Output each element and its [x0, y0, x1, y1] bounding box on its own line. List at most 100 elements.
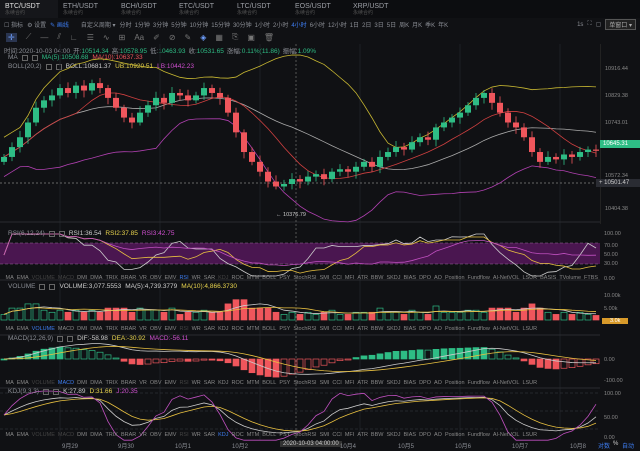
indicator-tab[interactable]: DMI: [76, 326, 89, 332]
indicator-tab[interactable]: Fundflow: [466, 432, 491, 438]
indicator-tab[interactable]: Fundflow: [466, 275, 491, 281]
indicator-tab[interactable]: PSY: [278, 380, 292, 386]
indicator-tab[interactable]: EMV: [163, 326, 178, 332]
indicator-tab[interactable]: SMI: [318, 380, 331, 386]
indicator-tab[interactable]: TRIX: [104, 432, 120, 438]
indicator-tab[interactable]: VOLUME: [30, 432, 56, 438]
close-icon[interactable]: [67, 335, 74, 342]
indicator-tab[interactable]: DPO: [418, 380, 433, 386]
close-icon[interactable]: [53, 388, 60, 395]
indicator-tab[interactable]: RSI: [178, 326, 190, 332]
indicator-tab[interactable]: MTM: [245, 380, 261, 386]
indicator-tab[interactable]: BOLL: [261, 275, 278, 281]
indicator-tab[interactable]: ATR: [356, 380, 370, 386]
indicator-tab[interactable]: DMA: [89, 326, 104, 332]
indicator-tab[interactable]: AI-NetVOL: [491, 380, 521, 386]
indicator-tab[interactable]: WR: [190, 326, 202, 332]
indicator-tab[interactable]: ROC: [230, 432, 245, 438]
indicator-tab[interactable]: EMV: [163, 380, 178, 386]
percent-scale-toggle[interactable]: %: [613, 441, 618, 447]
indicator-tab[interactable]: AO: [432, 380, 443, 386]
indicator-tab[interactable]: CCI: [331, 380, 343, 386]
indicator-tab[interactable]: AO: [432, 432, 443, 438]
indicator-tab[interactable]: BRAR: [119, 432, 137, 438]
indicator-tab[interactable]: WR: [190, 275, 202, 281]
indicator-tab[interactable]: ROC: [230, 275, 245, 281]
settings-icon[interactable]: [48, 230, 55, 237]
indicator-tab[interactable]: EMA: [15, 275, 30, 281]
indicator-tab[interactable]: TRIX: [104, 275, 120, 281]
indicator-tab[interactable]: TVolume: [558, 275, 583, 281]
indicator-tab[interactable]: DMI: [76, 380, 89, 386]
indicator-tab[interactable]: SMI: [318, 432, 331, 438]
indicator-tab[interactable]: OBV: [148, 275, 163, 281]
indicator-tab[interactable]: PSY: [278, 275, 292, 281]
indicator-tab[interactable]: SKDJ: [385, 275, 402, 281]
indicator-tab[interactable]: EMV: [163, 432, 178, 438]
indicator-tab[interactable]: ROC: [230, 326, 245, 332]
indicator-tab[interactable]: DMI: [76, 275, 89, 281]
indicator-tab[interactable]: Position: [443, 380, 466, 386]
indicator-tab[interactable]: CCI: [331, 275, 343, 281]
indicator-tab[interactable]: MTM: [245, 275, 261, 281]
indicator-tab[interactable]: OBV: [148, 380, 163, 386]
indicator-tab[interactable]: KDJ: [217, 432, 230, 438]
indicator-tab[interactable]: MFI: [343, 326, 355, 332]
indicator-tab[interactable]: BBW: [369, 275, 385, 281]
indicator-tab[interactable]: VOLUME: [30, 326, 56, 332]
indicator-tab[interactable]: TRIX: [104, 326, 120, 332]
indicator-tab[interactable]: WR: [190, 432, 202, 438]
indicator-tab[interactable]: PSY: [278, 326, 292, 332]
indicator-tab[interactable]: MACD: [56, 275, 75, 281]
indicator-tab[interactable]: MFI: [343, 380, 355, 386]
indicator-tab[interactable]: BIAS: [402, 275, 418, 281]
indicator-tab[interactable]: MACD: [56, 326, 75, 332]
indicator-tab[interactable]: VOLUME: [30, 275, 56, 281]
settings-icon[interactable]: [39, 283, 46, 290]
indicator-tab[interactable]: LSUR: [521, 380, 539, 386]
indicator-tab[interactable]: RSI: [178, 275, 190, 281]
indicator-tab[interactable]: VR: [138, 326, 149, 332]
indicator-tab[interactable]: SAR: [202, 275, 216, 281]
indicator-tab[interactable]: MA: [4, 275, 15, 281]
indicator-tab[interactable]: VR: [138, 432, 149, 438]
indicator-tab[interactable]: SKDJ: [385, 380, 402, 386]
indicator-tab[interactable]: EMA: [15, 380, 30, 386]
indicator-tab[interactable]: PSY: [278, 432, 292, 438]
indicator-tab[interactable]: SMI: [318, 275, 331, 281]
indicator-tab[interactable]: SAR: [202, 326, 216, 332]
indicator-tab[interactable]: CCI: [331, 432, 343, 438]
indicator-tab[interactable]: MTM: [245, 432, 261, 438]
indicator-tab[interactable]: DPO: [418, 432, 433, 438]
indicator-tab[interactable]: BOLL: [261, 380, 278, 386]
indicator-tab[interactable]: AI-NetVOL: [491, 326, 521, 332]
indicator-tab[interactable]: KDJ: [217, 326, 230, 332]
indicator-tab[interactable]: SKDJ: [385, 326, 402, 332]
indicator-tab[interactable]: BASIS: [539, 275, 558, 281]
indicator-tab[interactable]: BBW: [369, 432, 385, 438]
indicator-tab[interactable]: MA: [4, 380, 15, 386]
indicator-tab[interactable]: RSI: [178, 380, 190, 386]
indicator-tab[interactable]: KDJ: [217, 380, 230, 386]
indicator-tab[interactable]: AI-NetVOL: [491, 432, 521, 438]
indicator-tab[interactable]: VR: [138, 380, 149, 386]
indicator-tab[interactable]: VOLUME: [30, 380, 56, 386]
indicator-tab[interactable]: Position: [443, 275, 466, 281]
indicator-tab[interactable]: ATR: [356, 326, 370, 332]
indicator-tab[interactable]: Fundflow: [466, 326, 491, 332]
indicator-tab[interactable]: SAR: [202, 432, 216, 438]
indicator-tab[interactable]: AO: [432, 326, 443, 332]
indicator-tab[interactable]: ATR: [356, 275, 370, 281]
indicator-tab[interactable]: Position: [443, 326, 466, 332]
auto-scale-toggle[interactable]: 自动: [622, 441, 634, 450]
indicator-tab[interactable]: LSUR: [521, 275, 539, 281]
indicator-tab[interactable]: SKDJ: [385, 432, 402, 438]
indicator-tab[interactable]: BBW: [369, 380, 385, 386]
log-scale-toggle[interactable]: 对数: [598, 441, 610, 450]
indicator-tab[interactable]: ROC: [230, 380, 245, 386]
indicator-tab[interactable]: MACD: [56, 432, 75, 438]
indicator-tab[interactable]: DPO: [418, 275, 433, 281]
indicator-tab[interactable]: VR: [138, 275, 149, 281]
indicator-tab[interactable]: BOLL: [261, 432, 278, 438]
indicator-tab[interactable]: Fundflow: [466, 380, 491, 386]
